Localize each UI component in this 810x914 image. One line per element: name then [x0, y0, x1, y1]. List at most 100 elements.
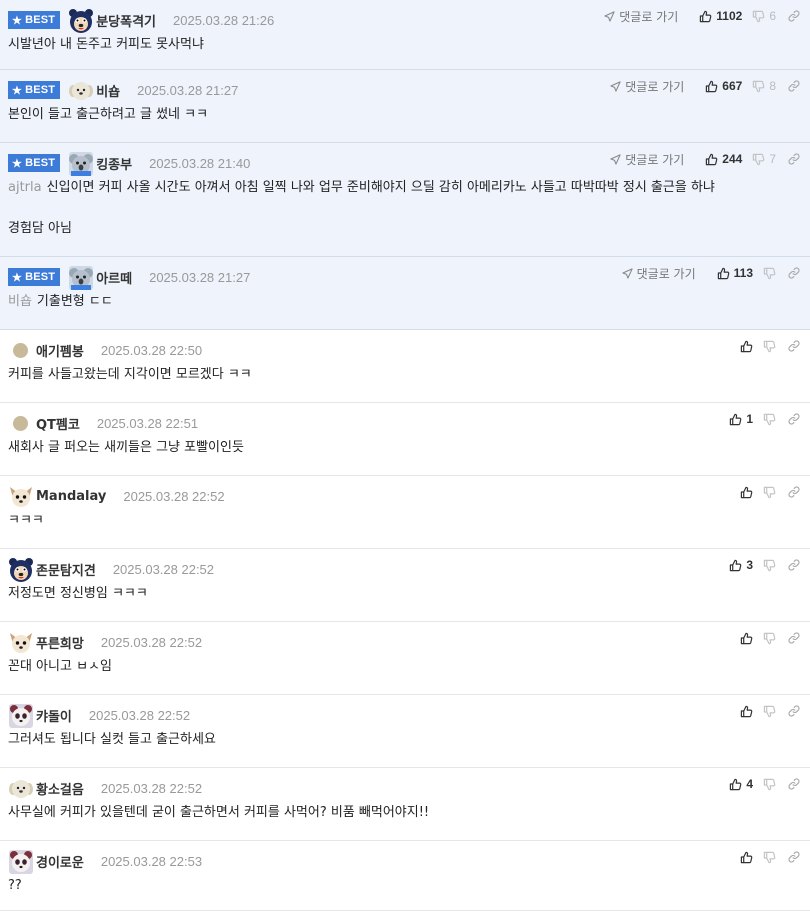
- reply-mention[interactable]: ajtrla: [8, 180, 42, 195]
- thumbs-up-icon: [740, 632, 753, 645]
- downvote-button[interactable]: 6: [752, 9, 776, 23]
- link-icon[interactable]: [788, 10, 800, 22]
- comment-text: 커피를 사들고왔는데 지각이면 모르겠다 ㅋㅋ: [8, 365, 252, 385]
- link-icon[interactable]: [788, 705, 800, 717]
- go-to-comment-link[interactable]: 댓글로 가기: [610, 151, 684, 168]
- thumbs-down-icon: [763, 778, 776, 791]
- author-nickname[interactable]: 분당폭격기: [96, 11, 156, 30]
- link-icon[interactable]: [788, 778, 800, 790]
- comment-text: 시발년아 내 돈주고 커피도 못사먹냐: [8, 35, 204, 55]
- link-icon[interactable]: [788, 486, 800, 498]
- upvote-button[interactable]: [740, 340, 753, 353]
- upvote-button[interactable]: 244: [705, 152, 742, 166]
- comment-text-line: 커피를 사들고왔는데 지각이면 모르겠다 ㅋㅋ: [8, 367, 252, 382]
- author-nickname[interactable]: 푸른희망: [36, 633, 84, 652]
- link-icon[interactable]: [788, 559, 800, 571]
- avatar-koala-icon[interactable]: [68, 151, 94, 176]
- comment-date: 2025.03.28 22:51: [96, 415, 199, 431]
- comment-item: 존문탐지견 2025.03.28 22:52 3 저정도면 정신병임 ㅋㅋㅋ: [0, 549, 810, 622]
- downvote-button[interactable]: 8: [752, 79, 776, 93]
- link-icon[interactable]: [788, 153, 800, 165]
- comment-actions: [730, 337, 800, 355]
- avatar-dot-icon[interactable]: [13, 342, 28, 358]
- author-nickname[interactable]: 아르떼: [96, 268, 132, 287]
- thumbs-down-icon: [752, 153, 765, 166]
- avatar-panda-icon[interactable]: [8, 703, 33, 728]
- upvote-button[interactable]: 4: [729, 777, 753, 791]
- link-icon[interactable]: [788, 267, 800, 279]
- go-to-comment-link[interactable]: 댓글로 가기: [604, 8, 678, 25]
- avatar-panda-icon[interactable]: [8, 849, 33, 874]
- avatar-dog-face-icon[interactable]: [8, 776, 33, 800]
- comment-meta: 애기펨봉 2025.03.28 22:50: [8, 340, 202, 360]
- author-nickname[interactable]: 존문탐지견: [36, 560, 96, 579]
- downvote-button[interactable]: [763, 851, 776, 864]
- upvote-count: 4: [746, 777, 753, 791]
- link-icon[interactable]: [788, 413, 800, 425]
- author-nickname[interactable]: 비숍: [96, 81, 120, 100]
- comment-date: 2025.03.28 21:27: [149, 269, 251, 285]
- downvote-button[interactable]: [763, 413, 776, 426]
- upvote-button[interactable]: 1: [729, 412, 753, 426]
- link-icon[interactable]: [788, 340, 800, 352]
- reply-mention[interactable]: 비숍: [8, 294, 32, 309]
- author-nickname[interactable]: 킹종부: [96, 154, 132, 173]
- avatar-dot-icon[interactable]: [13, 415, 28, 431]
- thumbs-up-icon: [729, 413, 742, 426]
- comment-actions: 1: [719, 410, 800, 428]
- avatar-dog-face-icon[interactable]: [68, 78, 94, 102]
- downvote-button[interactable]: [763, 705, 776, 718]
- thumbs-up-icon: [729, 559, 742, 572]
- upvote-button[interactable]: 113: [717, 266, 753, 280]
- downvote-button[interactable]: [763, 632, 776, 645]
- author-nickname[interactable]: Mandalay: [36, 489, 106, 504]
- upvote-count: 1: [746, 412, 753, 426]
- comment-actions: [730, 702, 800, 720]
- comment-text-line: 기출변형 ㄷㄷ: [36, 294, 113, 309]
- avatar-chihuahua-icon[interactable]: [8, 630, 32, 654]
- upvote-button[interactable]: 3: [729, 558, 753, 572]
- link-icon[interactable]: [788, 851, 800, 863]
- avatar-koala-icon[interactable]: [68, 265, 94, 290]
- downvote-button[interactable]: 7: [752, 152, 776, 166]
- author-nickname[interactable]: 애기펨봉: [36, 341, 84, 360]
- upvote-button[interactable]: 1102: [699, 9, 742, 23]
- author-nickname[interactable]: QT펨코: [36, 414, 80, 433]
- thumbs-down-icon: [763, 267, 776, 280]
- author-nickname[interactable]: 경이로운: [36, 852, 84, 871]
- best-badge: ★ BEST: [8, 154, 61, 172]
- downvote-button[interactable]: [763, 559, 776, 572]
- author-nickname[interactable]: 황소걸음: [36, 779, 84, 798]
- comment-actions: [730, 848, 800, 866]
- comment-text: 본인이 들고 출근하려고 글 썼네 ㅋㅋ: [8, 105, 208, 125]
- comment-meta: Mandalay 2025.03.28 22:52: [8, 484, 225, 508]
- comment-text: 새회사 글 퍼오는 새끼들은 그냥 포빨이인듯: [8, 438, 244, 458]
- thumbs-down-icon: [763, 632, 776, 645]
- avatar-bear-icon[interactable]: [8, 557, 33, 582]
- downvote-button[interactable]: [763, 267, 776, 280]
- comment-text: ajtrla 신입이면 커피 사올 시간도 아껴서 아침 일찍 나와 업무 준비해…: [8, 178, 715, 198]
- comment-actions: 3: [719, 556, 800, 574]
- thumbs-down-icon: [763, 340, 776, 353]
- link-icon[interactable]: [788, 632, 800, 644]
- avatar-chihuahua-icon[interactable]: [8, 484, 32, 508]
- avatar-bear-icon[interactable]: [68, 8, 94, 33]
- downvote-button[interactable]: [763, 486, 776, 499]
- upvote-button[interactable]: [740, 851, 753, 864]
- upvote-button[interactable]: 667: [705, 79, 742, 93]
- comment-text-line: 그러셔도 됩니다 실컷 들고 출근하세요: [8, 732, 216, 747]
- comment-text-line: ㅋㅋㅋ: [8, 513, 44, 528]
- upvote-button[interactable]: [740, 486, 753, 499]
- go-to-comment-link[interactable]: 댓글로 가기: [621, 265, 696, 282]
- link-icon[interactable]: [788, 80, 800, 92]
- upvote-button[interactable]: [740, 632, 753, 645]
- downvote-button[interactable]: [763, 340, 776, 353]
- comment-text: ㅋㅋㅋ: [8, 511, 44, 531]
- upvote-count: 3: [746, 558, 753, 572]
- go-to-comment-link[interactable]: 댓글로 가기: [610, 78, 684, 95]
- thumbs-up-icon: [717, 267, 730, 280]
- comment-text-line: 본인이 들고 출근하려고 글 썼네 ㅋㅋ: [8, 107, 209, 122]
- upvote-button[interactable]: [740, 705, 753, 718]
- author-nickname[interactable]: 캬돌이: [36, 706, 72, 725]
- downvote-button[interactable]: [763, 778, 776, 791]
